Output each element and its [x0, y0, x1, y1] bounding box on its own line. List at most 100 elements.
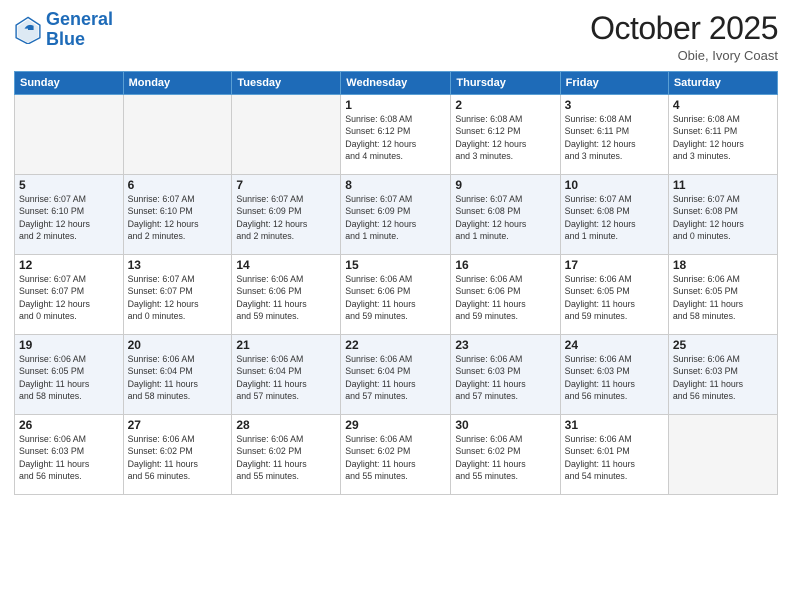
day-number: 12 [19, 258, 119, 272]
day-number: 5 [19, 178, 119, 192]
header: GeneralBlue October 2025 Obie, Ivory Coa… [14, 10, 778, 63]
day-info: Sunrise: 6:08 AM Sunset: 6:11 PM Dayligh… [565, 113, 664, 162]
day-info: Sunrise: 6:06 AM Sunset: 6:01 PM Dayligh… [565, 433, 664, 482]
table-row [123, 95, 232, 175]
table-row: 13Sunrise: 6:07 AM Sunset: 6:07 PM Dayli… [123, 255, 232, 335]
table-row: 23Sunrise: 6:06 AM Sunset: 6:03 PM Dayli… [451, 335, 560, 415]
table-row: 16Sunrise: 6:06 AM Sunset: 6:06 PM Dayli… [451, 255, 560, 335]
header-tuesday: Tuesday [232, 72, 341, 95]
day-info: Sunrise: 6:06 AM Sunset: 6:02 PM Dayligh… [236, 433, 336, 482]
week-row-4: 26Sunrise: 6:06 AM Sunset: 6:03 PM Dayli… [15, 415, 778, 495]
table-row: 2Sunrise: 6:08 AM Sunset: 6:12 PM Daylig… [451, 95, 560, 175]
day-number: 2 [455, 98, 555, 112]
day-info: Sunrise: 6:07 AM Sunset: 6:08 PM Dayligh… [565, 193, 664, 242]
header-thursday: Thursday [451, 72, 560, 95]
table-row: 3Sunrise: 6:08 AM Sunset: 6:11 PM Daylig… [560, 95, 668, 175]
table-row: 10Sunrise: 6:07 AM Sunset: 6:08 PM Dayli… [560, 175, 668, 255]
table-row: 6Sunrise: 6:07 AM Sunset: 6:10 PM Daylig… [123, 175, 232, 255]
day-number: 14 [236, 258, 336, 272]
day-number: 28 [236, 418, 336, 432]
day-info: Sunrise: 6:06 AM Sunset: 6:03 PM Dayligh… [673, 353, 773, 402]
day-info: Sunrise: 6:06 AM Sunset: 6:02 PM Dayligh… [345, 433, 446, 482]
day-number: 19 [19, 338, 119, 352]
day-info: Sunrise: 6:06 AM Sunset: 6:02 PM Dayligh… [455, 433, 555, 482]
day-info: Sunrise: 6:07 AM Sunset: 6:07 PM Dayligh… [128, 273, 228, 322]
day-number: 29 [345, 418, 446, 432]
header-saturday: Saturday [668, 72, 777, 95]
table-row: 28Sunrise: 6:06 AM Sunset: 6:02 PM Dayli… [232, 415, 341, 495]
day-info: Sunrise: 6:07 AM Sunset: 6:09 PM Dayligh… [236, 193, 336, 242]
week-row-0: 1Sunrise: 6:08 AM Sunset: 6:12 PM Daylig… [15, 95, 778, 175]
day-info: Sunrise: 6:06 AM Sunset: 6:06 PM Dayligh… [236, 273, 336, 322]
day-info: Sunrise: 6:07 AM Sunset: 6:07 PM Dayligh… [19, 273, 119, 322]
table-row: 20Sunrise: 6:06 AM Sunset: 6:04 PM Dayli… [123, 335, 232, 415]
day-info: Sunrise: 6:06 AM Sunset: 6:03 PM Dayligh… [565, 353, 664, 402]
day-info: Sunrise: 6:07 AM Sunset: 6:08 PM Dayligh… [673, 193, 773, 242]
table-row: 24Sunrise: 6:06 AM Sunset: 6:03 PM Dayli… [560, 335, 668, 415]
day-info: Sunrise: 6:06 AM Sunset: 6:04 PM Dayligh… [128, 353, 228, 402]
table-row: 5Sunrise: 6:07 AM Sunset: 6:10 PM Daylig… [15, 175, 124, 255]
day-number: 11 [673, 178, 773, 192]
day-info: Sunrise: 6:06 AM Sunset: 6:04 PM Dayligh… [345, 353, 446, 402]
table-row: 15Sunrise: 6:06 AM Sunset: 6:06 PM Dayli… [341, 255, 451, 335]
day-info: Sunrise: 6:06 AM Sunset: 6:05 PM Dayligh… [565, 273, 664, 322]
day-info: Sunrise: 6:06 AM Sunset: 6:05 PM Dayligh… [673, 273, 773, 322]
day-info: Sunrise: 6:06 AM Sunset: 6:06 PM Dayligh… [345, 273, 446, 322]
table-row: 27Sunrise: 6:06 AM Sunset: 6:02 PM Dayli… [123, 415, 232, 495]
day-info: Sunrise: 6:06 AM Sunset: 6:05 PM Dayligh… [19, 353, 119, 402]
day-info: Sunrise: 6:07 AM Sunset: 6:09 PM Dayligh… [345, 193, 446, 242]
day-number: 6 [128, 178, 228, 192]
month-title: October 2025 [590, 10, 778, 47]
table-row: 26Sunrise: 6:06 AM Sunset: 6:03 PM Dayli… [15, 415, 124, 495]
day-number: 21 [236, 338, 336, 352]
day-number: 1 [345, 98, 446, 112]
table-row: 8Sunrise: 6:07 AM Sunset: 6:09 PM Daylig… [341, 175, 451, 255]
table-row: 25Sunrise: 6:06 AM Sunset: 6:03 PM Dayli… [668, 335, 777, 415]
table-row: 9Sunrise: 6:07 AM Sunset: 6:08 PM Daylig… [451, 175, 560, 255]
table-row: 30Sunrise: 6:06 AM Sunset: 6:02 PM Dayli… [451, 415, 560, 495]
calendar: Sunday Monday Tuesday Wednesday Thursday… [14, 71, 778, 495]
table-row: 19Sunrise: 6:06 AM Sunset: 6:05 PM Dayli… [15, 335, 124, 415]
day-number: 25 [673, 338, 773, 352]
day-number: 7 [236, 178, 336, 192]
table-row: 31Sunrise: 6:06 AM Sunset: 6:01 PM Dayli… [560, 415, 668, 495]
logo: GeneralBlue [14, 10, 113, 50]
header-sunday: Sunday [15, 72, 124, 95]
day-number: 9 [455, 178, 555, 192]
table-row: 14Sunrise: 6:06 AM Sunset: 6:06 PM Dayli… [232, 255, 341, 335]
header-monday: Monday [123, 72, 232, 95]
title-block: October 2025 Obie, Ivory Coast [590, 10, 778, 63]
table-row: 11Sunrise: 6:07 AM Sunset: 6:08 PM Dayli… [668, 175, 777, 255]
day-number: 3 [565, 98, 664, 112]
day-number: 13 [128, 258, 228, 272]
table-row: 1Sunrise: 6:08 AM Sunset: 6:12 PM Daylig… [341, 95, 451, 175]
day-info: Sunrise: 6:06 AM Sunset: 6:06 PM Dayligh… [455, 273, 555, 322]
day-number: 16 [455, 258, 555, 272]
table-row: 22Sunrise: 6:06 AM Sunset: 6:04 PM Dayli… [341, 335, 451, 415]
header-friday: Friday [560, 72, 668, 95]
location: Obie, Ivory Coast [590, 48, 778, 63]
header-wednesday: Wednesday [341, 72, 451, 95]
day-number: 15 [345, 258, 446, 272]
week-row-3: 19Sunrise: 6:06 AM Sunset: 6:05 PM Dayli… [15, 335, 778, 415]
day-number: 27 [128, 418, 228, 432]
week-row-2: 12Sunrise: 6:07 AM Sunset: 6:07 PM Dayli… [15, 255, 778, 335]
table-row [668, 415, 777, 495]
day-info: Sunrise: 6:07 AM Sunset: 6:08 PM Dayligh… [455, 193, 555, 242]
day-info: Sunrise: 6:08 AM Sunset: 6:12 PM Dayligh… [345, 113, 446, 162]
day-number: 24 [565, 338, 664, 352]
day-number: 26 [19, 418, 119, 432]
day-info: Sunrise: 6:07 AM Sunset: 6:10 PM Dayligh… [19, 193, 119, 242]
table-row [15, 95, 124, 175]
table-row: 21Sunrise: 6:06 AM Sunset: 6:04 PM Dayli… [232, 335, 341, 415]
logo-text: GeneralBlue [46, 10, 113, 50]
day-number: 30 [455, 418, 555, 432]
table-row: 17Sunrise: 6:06 AM Sunset: 6:05 PM Dayli… [560, 255, 668, 335]
day-number: 20 [128, 338, 228, 352]
general-blue-icon [14, 16, 42, 44]
day-info: Sunrise: 6:08 AM Sunset: 6:12 PM Dayligh… [455, 113, 555, 162]
day-number: 23 [455, 338, 555, 352]
table-row: 7Sunrise: 6:07 AM Sunset: 6:09 PM Daylig… [232, 175, 341, 255]
day-number: 31 [565, 418, 664, 432]
day-info: Sunrise: 6:06 AM Sunset: 6:02 PM Dayligh… [128, 433, 228, 482]
